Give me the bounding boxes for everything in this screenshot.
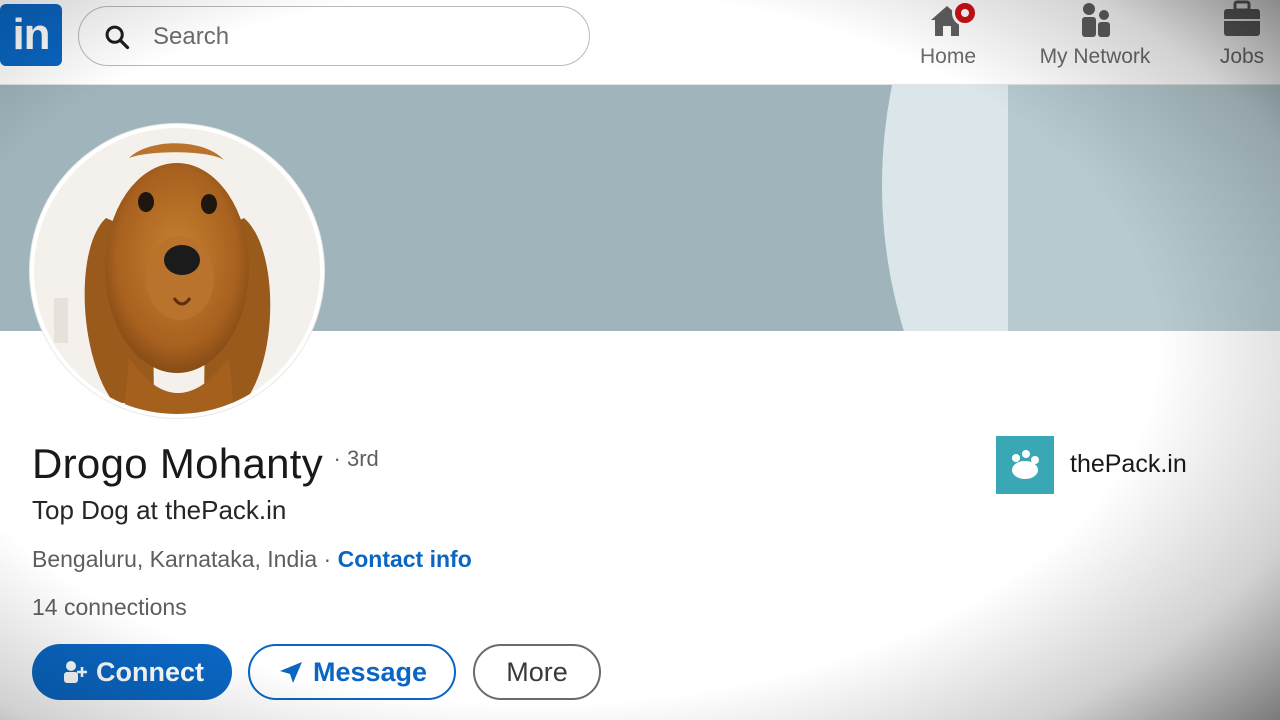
people-icon [1082,3,1110,37]
dog-photo [34,128,320,414]
profile-location: Bengaluru, Karnataka, India [32,546,318,572]
contact-info-link[interactable]: Contact info [338,546,472,572]
profile-headline: Top Dog at thePack.in [32,495,287,525]
nav-jobs-label: Jobs [1219,45,1265,68]
briefcase-icon [1224,0,1260,36]
location-line: Bengaluru, Karnataka, India · Contact in… [32,546,472,573]
dog-paw-icon [1012,450,1039,479]
top-navigation: in Home My Network [0,0,1280,85]
company-name: thePack.in [1070,450,1187,478]
message-label: Message [312,656,428,687]
nav-home-label: Home [919,45,977,68]
notification-badge [952,0,978,26]
add-person-icon [64,661,87,683]
search-icon [105,25,130,50]
connections-count[interactable]: 14 connections [32,594,187,621]
nav-my-network[interactable]: My Network [1030,0,1160,84]
search-bar[interactable] [78,6,590,66]
name-line: Drogo Mohanty · 3rd [32,440,379,488]
connect-label: Connect [96,656,204,687]
profile-page: in Home My Network [0,0,1280,720]
more-label: More [506,656,568,687]
connect-button[interactable]: Connect [32,644,232,700]
profile-name: Drogo Mohanty [32,440,324,487]
nav-jobs[interactable]: Jobs [1204,0,1280,84]
nav-my-network-label: My Network [1039,45,1151,68]
linkedin-logo[interactable]: in [0,4,62,66]
banner-panel [1008,85,1280,331]
profile-avatar[interactable] [30,124,324,418]
message-button[interactable]: Message [248,644,456,700]
search-input[interactable] [151,17,575,57]
nav-home[interactable]: Home [908,0,988,84]
more-button[interactable]: More [473,644,601,700]
location-separator: · [317,546,338,572]
connection-degree: · 3rd [333,446,379,471]
company-logo [996,436,1054,494]
send-icon [279,662,302,683]
